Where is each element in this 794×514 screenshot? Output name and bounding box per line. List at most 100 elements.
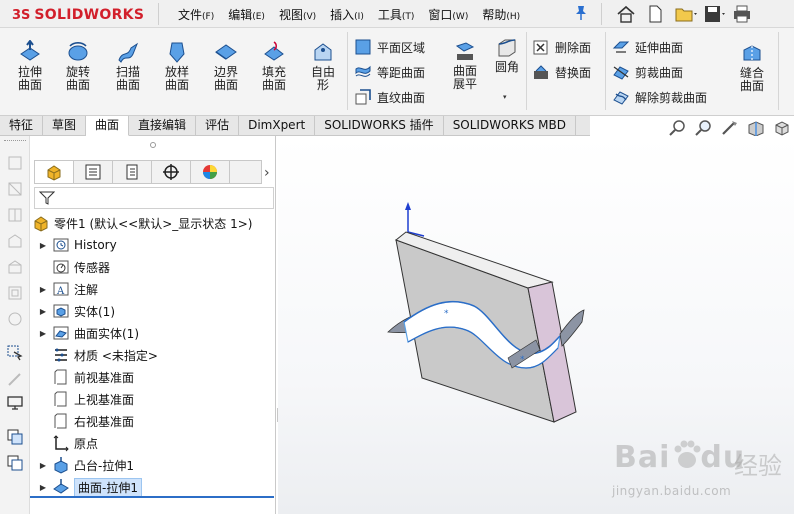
tool-icon[interactable] [6,284,24,302]
filled-surface-button[interactable]: 填充 曲面 [250,28,298,116]
sensor-icon [52,258,70,276]
expand-arrow-icon[interactable]: ▶ [38,461,48,470]
offset-surface-button[interactable]: 等距曲面 [354,61,425,83]
menu-tools[interactable]: 工具(T) [378,6,415,23]
quick-access-toolbar [614,3,756,25]
zoom-to-fit-icon[interactable] [668,119,690,137]
rollback-bar[interactable] [30,496,274,498]
swept-surface-button[interactable]: 扫描 曲面 [104,28,152,116]
tree-item-annotations[interactable]: ▶ A 注解 [38,278,284,300]
revolved-surface-button[interactable]: 旋转 曲面 [54,28,102,116]
filter-icon [39,191,55,205]
home-icon[interactable] [614,3,640,25]
tree-item-surface-bodies[interactable]: ▶ 曲面实体(1) [38,322,284,344]
menu-file[interactable]: 文件(F) [178,6,214,23]
freeform-button[interactable]: 自由形 [299,28,347,116]
tab-display-manager[interactable] [191,161,230,183]
tree-item-right-plane[interactable]: 右视基准面 [38,410,284,432]
tool-icon[interactable] [6,258,24,276]
tab-features[interactable]: 特征 [0,116,44,136]
extruded-surface-icon [20,40,40,61]
extend-surface-button[interactable]: 延伸曲面 [612,36,683,58]
tab-evaluate[interactable]: 评估 [196,116,240,136]
expand-arrow-icon[interactable]: ▶ [38,307,48,316]
planar-surface-icon [355,39,371,55]
expand-arrow-icon[interactable]: ▶ [38,483,48,492]
color-wheel-icon [203,165,217,179]
print-icon[interactable] [730,3,756,25]
section-view-icon[interactable] [746,119,768,137]
panel-grip[interactable] [150,142,156,148]
tab-dimxpert-manager[interactable] [152,161,191,183]
tree-item-sensors[interactable]: 传感器 [38,256,284,278]
extruded-surface-button[interactable]: 拉伸 曲面 [6,28,54,116]
planar-surface-button[interactable]: 平面区域 [354,36,425,58]
tool-icon[interactable] [6,370,24,388]
previous-view-icon[interactable] [720,119,742,137]
tree-item-top-plane[interactable]: 上视基准面 [38,388,284,410]
view-orientation-icon[interactable] [772,119,794,137]
knit-surface-icon [743,45,761,62]
filled-surface-icon [264,41,284,61]
replace-face-icon [534,65,548,79]
graphics-area[interactable]: * * Bai du 经验 jingyan.baidu.com [278,136,794,514]
expand-arrow-icon[interactable]: ▶ [38,285,48,294]
ruled-surface-button[interactable]: 直纹曲面 [354,86,425,108]
tree-item-boss-extrude1[interactable]: ▶ 凸台-拉伸1 [38,454,284,476]
move-tool-icon[interactable] [6,454,24,472]
fillet-dropdown-arrow[interactable]: ▾ [503,94,511,101]
filter-box[interactable] [34,187,274,209]
zoom-to-area-icon[interactable] [694,119,716,137]
expand-arrow-icon[interactable]: ▶ [38,329,48,338]
flatten-surface-button[interactable]: 曲面 展平 [444,42,486,91]
menu-insert[interactable]: 插入(I) [330,6,364,23]
tree-item-surface-extrude1[interactable]: ▶ 曲面-拉伸1 [38,476,284,498]
menu-help[interactable]: 帮助(H) [482,6,520,23]
open-icon[interactable] [672,3,698,25]
tab-direct-editing[interactable]: 直接编辑 [129,116,197,136]
tab-configuration-manager[interactable] [113,161,152,183]
knit-surface-button[interactable]: 缝合 曲面 [730,44,774,93]
tree-item-material[interactable]: 材质 <未指定> [38,344,284,366]
replace-face-button[interactable]: 替换面 [532,61,591,83]
menu-view[interactable]: 视图(V) [279,6,316,23]
tab-sketch[interactable]: 草图 [43,116,87,136]
tree-root-part[interactable]: 零件1 (默认<<默认>_显示状态 1>) [30,212,276,234]
menu-window[interactable]: 窗口(W) [428,6,468,23]
pin-icon[interactable] [574,5,588,21]
fillet-button[interactable]: 圆角 [492,38,522,74]
display-tool-icon[interactable] [6,394,24,412]
tool-icon[interactable] [6,180,24,198]
tab-solidworks-addins[interactable]: SOLIDWORKS 插件 [315,116,444,136]
grip-handle[interactable] [4,140,26,142]
boundary-surface-button[interactable]: 边界 曲面 [202,28,250,116]
untrim-surface-button[interactable]: 解除剪裁曲面 [612,86,707,108]
tool-icon[interactable] [6,206,24,224]
tool-icon[interactable] [6,154,24,172]
tab-feature-tree[interactable] [35,161,74,183]
trim-surface-button[interactable]: 剪裁曲面 [612,61,683,83]
flatten-surface-icon [455,42,475,60]
tree-item-solid-bodies[interactable]: ▶ 实体(1) [38,300,284,322]
select-tool-icon[interactable] [6,344,24,362]
delete-face-button[interactable]: 删除面 [532,36,591,58]
logo-mark: 3S [12,7,31,23]
tab-dimxpert[interactable]: DimXpert [239,116,316,136]
tab-surfaces[interactable]: 曲面 [86,116,130,136]
menu-edit[interactable]: 编辑(E) [228,6,265,23]
save-icon[interactable] [701,3,727,25]
tree-item-history[interactable]: ▶ History [38,234,284,256]
lofted-surface-button[interactable]: 放样 曲面 [153,28,201,116]
copy-tool-icon[interactable] [6,428,24,446]
chevron-right-icon[interactable]: › [264,165,270,181]
tab-property-manager[interactable] [74,161,113,183]
button-label: 放样 曲面 [164,65,189,92]
new-document-icon[interactable] [643,3,669,25]
tool-icon[interactable] [6,310,24,328]
tab-solidworks-mbd[interactable]: SOLIDWORKS MBD [444,116,576,136]
tool-icon[interactable] [6,232,24,250]
tree-item-front-plane[interactable]: 前视基准面 [38,366,284,388]
expand-arrow-icon[interactable]: ▶ [38,241,48,250]
divider [526,32,527,110]
tree-item-origin[interactable]: 原点 [38,432,284,454]
